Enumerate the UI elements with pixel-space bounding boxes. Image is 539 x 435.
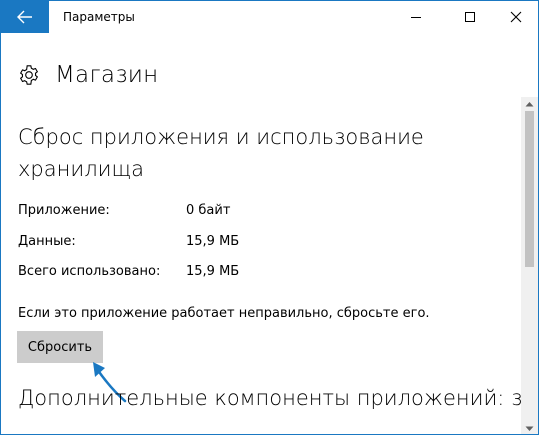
maximize-button[interactable] bbox=[447, 1, 493, 33]
title-bar: Параметры bbox=[1, 1, 538, 33]
scroll-thumb[interactable] bbox=[525, 111, 534, 267]
addons-section-heading: Дополнительные компоненты приложений: за… bbox=[18, 386, 521, 410]
scroll-up-button[interactable] bbox=[521, 97, 538, 111]
chevron-down-icon bbox=[525, 426, 534, 431]
back-arrow-icon bbox=[17, 10, 32, 24]
total-size-label: Всего использовано: bbox=[18, 264, 161, 279]
data-size-label: Данные: bbox=[18, 234, 76, 249]
gear-icon bbox=[19, 65, 39, 85]
content-area: Сброс приложения и использование хранили… bbox=[1, 97, 521, 434]
app-size-label: Приложение: bbox=[18, 203, 110, 218]
close-icon bbox=[510, 11, 522, 23]
app-size-value: 0 байт bbox=[186, 203, 231, 218]
total-size-value: 15,9 МБ bbox=[186, 264, 240, 279]
chevron-up-icon bbox=[525, 102, 534, 107]
reset-section-heading: Сброс приложения и использование хранили… bbox=[18, 125, 424, 181]
reset-help-text: Если это приложение работает неправильно… bbox=[18, 306, 430, 321]
back-button[interactable] bbox=[1, 1, 49, 33]
window-title: Параметры bbox=[63, 10, 135, 24]
scroll-down-button[interactable] bbox=[521, 422, 538, 434]
settings-window: Параметры Магазин Сброс приложения и исп… bbox=[0, 0, 539, 435]
close-button[interactable] bbox=[493, 1, 538, 33]
minimize-button[interactable] bbox=[393, 1, 439, 33]
page-title: Магазин bbox=[55, 62, 159, 88]
page-header: Магазин bbox=[18, 57, 158, 93]
vertical-scrollbar[interactable] bbox=[521, 97, 538, 434]
maximize-icon bbox=[465, 12, 475, 22]
minimize-icon bbox=[411, 17, 421, 18]
data-size-value: 15,9 МБ bbox=[186, 234, 240, 249]
